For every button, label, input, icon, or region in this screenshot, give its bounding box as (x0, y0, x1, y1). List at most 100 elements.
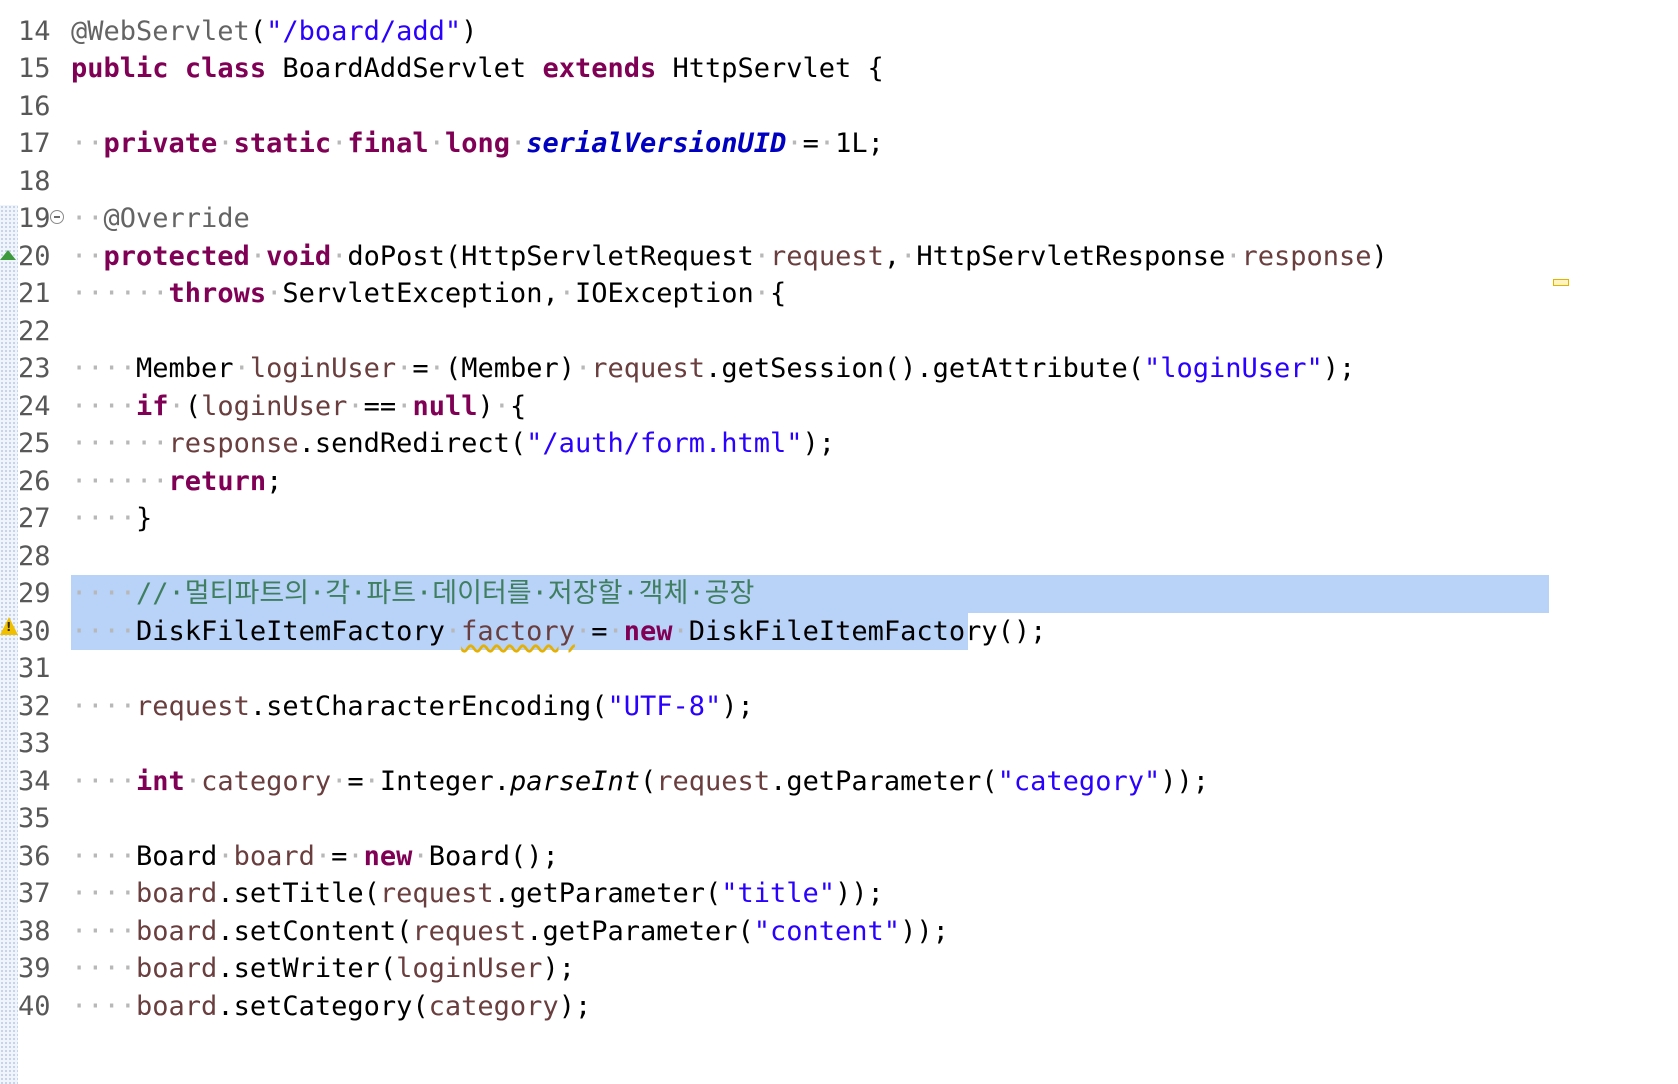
code-token: · (347, 840, 364, 872)
code-token: = (412, 353, 429, 384)
code-token: serialVersionUID (526, 128, 787, 159)
code-token: · (428, 128, 445, 159)
code-token: · (1225, 240, 1242, 272)
code-token: public (71, 53, 169, 84)
code-token: doPost(HttpServletRequest (347, 240, 754, 272)
code-token: factory (461, 615, 575, 647)
code-token: · (266, 278, 283, 309)
line-number: 24 (18, 390, 51, 422)
code-line[interactable]: ····board.setCategory(category); (71, 988, 591, 1026)
code-token: loginUser (201, 390, 348, 422)
code-line[interactable]: @WebServlet("/board/add") (71, 13, 477, 51)
code-token: · (428, 353, 445, 384)
code-editor[interactable]: 14 15 16 17 18 19 20 21 22 23 24 25 26 27 28 29 30 31 32 33… (0, 0, 1678, 1084)
code-token: · (786, 128, 803, 159)
code-token: · (347, 390, 364, 422)
code-line[interactable]: ····} (71, 500, 152, 538)
code-token: · (217, 128, 234, 159)
line-number: 37 (18, 878, 51, 909)
line-number: 40 (18, 990, 51, 1022)
code-token: board (136, 878, 218, 909)
code-token: ( (640, 765, 657, 797)
warning-icon[interactable] (0, 617, 18, 635)
code-token: ·· (71, 128, 104, 159)
code-token: · (558, 278, 575, 309)
code-token: category (201, 765, 332, 797)
line-number: 18 (18, 165, 51, 197)
code-token: return (168, 465, 267, 497)
code-line[interactable]: ····board.setTitle(request.getParameter(… (71, 875, 884, 913)
line-number: 35 (18, 803, 51, 834)
overview-ruler-marker[interactable] (1553, 279, 1569, 286)
code-token: )); (900, 915, 949, 947)
line-number: 16 (18, 90, 51, 122)
line-number: 14 (18, 15, 51, 47)
code-line[interactable]: ····int·category·=·Integer.parseInt(requ… (71, 763, 1209, 801)
code-token: · (753, 278, 771, 309)
code-token: "content" (753, 915, 901, 947)
code-token: ···· (71, 578, 137, 609)
code-token: .setCharacterEncoding( (249, 690, 608, 722)
code-token: response (1241, 240, 1372, 272)
code-token: · (412, 840, 429, 872)
code-token: "/auth/form.html" (526, 428, 803, 459)
code-token: ······ (71, 465, 169, 497)
code-token: · (672, 615, 689, 647)
code-token: "loginUser" (1143, 353, 1323, 384)
code-line[interactable]: ··@Override (71, 200, 250, 238)
code-line[interactable]: ····//·멀티파트의·각·파트·데이터를·저장할·객체·공장 (71, 575, 754, 613)
code-token: parseInt (509, 765, 641, 797)
code-token: = (802, 128, 819, 159)
line-number: 23 (18, 353, 51, 384)
code-token: loginUser (249, 353, 397, 384)
code-token: ( (184, 390, 202, 422)
code-line[interactable]: ····if·(loginUser·==·null)·{ (71, 388, 526, 426)
code-token: request (656, 765, 771, 797)
line-number: 15 (18, 53, 51, 84)
code-token: board (136, 990, 218, 1022)
code-token: ···· (71, 765, 137, 797)
code-token: .getSession().getAttribute( (705, 353, 1144, 384)
code-area[interactable]: @WebServlet("/board/add") public class Bo… (71, 0, 1678, 1084)
code-line[interactable]: ····Member·loginUser·=·(Member)·request.… (71, 350, 1355, 388)
code-token: ···· (71, 915, 137, 947)
collapse-minus-icon[interactable] (50, 210, 64, 224)
code-line[interactable]: ······response.sendRedirect("/auth/form.… (71, 425, 835, 463)
code-line[interactable]: ····DiskFileItemFactory·factory·=·new·Di… (71, 613, 1046, 651)
code-line[interactable]: ····board.setContent(request.getParamete… (71, 913, 949, 951)
code-token: ···· (71, 953, 137, 984)
code-token: Integer. (379, 765, 510, 797)
code-line[interactable]: ··private·static·final·long·serialVersio… (71, 125, 884, 163)
code-token: · (314, 840, 332, 872)
code-token: new (623, 615, 673, 647)
code-line[interactable]: ····board.setWriter(loginUser); (71, 950, 575, 988)
code-token: ···· (71, 390, 137, 422)
code-token: board (233, 840, 315, 872)
code-token: Member (136, 353, 234, 384)
code-line[interactable]: ····request.setCharacterEncoding("UTF-8"… (71, 688, 754, 726)
line-number: 28 (18, 540, 51, 572)
code-token: · (233, 353, 250, 384)
code-token: null (412, 390, 478, 422)
code-line[interactable]: ····Board·board·=·new·Board(); (71, 838, 559, 876)
code-token: BoardAddServlet (266, 53, 543, 84)
code-token: request (591, 353, 706, 384)
code-line[interactable]: ······throws·ServletException,·IOExcepti… (71, 275, 786, 313)
code-token: IOException (574, 278, 754, 309)
code-token: ( (249, 15, 267, 47)
code-token: ServletException, (282, 278, 559, 309)
code-token: response (168, 428, 299, 459)
code-token: ); (802, 428, 836, 459)
code-token: DiskFileItemFactory(); (688, 615, 1047, 647)
code-line[interactable]: public class BoardAddServlet extends Htt… (71, 50, 884, 88)
code-token: new (363, 840, 413, 872)
code-token: · (217, 840, 234, 872)
code-token: //·멀티파트의·각·파트·데이터를·저장할·객체·공장 (136, 578, 755, 609)
code-token: · (331, 765, 348, 797)
code-token: request (136, 690, 250, 722)
code-line[interactable]: ······return; (71, 463, 282, 501)
line-number: 25 (18, 428, 51, 459)
code-line[interactable]: ··protected·void·doPost(HttpServletReque… (71, 238, 1388, 276)
code-token: ) (477, 390, 494, 422)
line-number: 39 (18, 953, 51, 984)
